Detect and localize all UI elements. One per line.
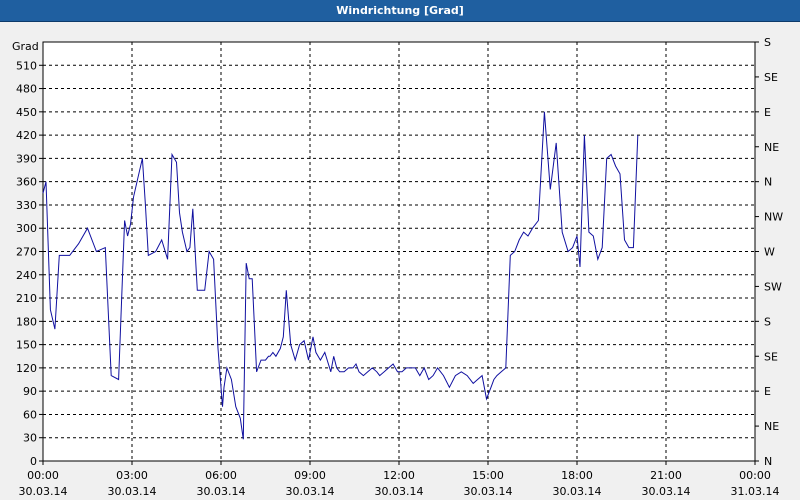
y-tick-label: 120 [16, 362, 37, 375]
y-tick-label: 90 [23, 385, 37, 398]
x-tick-time: 12:00 [383, 469, 415, 482]
right-tick-label: N [764, 176, 772, 189]
right-tick-label: NE [764, 141, 779, 154]
left-axis-ticks: 0 30 60 90 120 150 180 210 240 270 300 330 360 390 420… [16, 59, 43, 468]
x-axis-ticks: 00:00 30.03.14 03:00 30.03.14 06:00 30.03.14 0… [19, 461, 780, 498]
y-tick-label: 270 [16, 246, 37, 259]
right-tick-label: W [764, 246, 775, 259]
y-tick-label: 330 [16, 199, 37, 212]
right-tick-label: SE [764, 350, 778, 363]
y-tick-label: 0 [30, 455, 37, 468]
y-axis-label: Grad [12, 40, 39, 53]
x-tick-date: 31.03.14 [731, 485, 780, 498]
x-tick-date: 30.03.14 [197, 485, 246, 498]
y-tick-label: 180 [16, 315, 37, 328]
y-tick-label: 240 [16, 269, 37, 282]
x-tick-date: 30.03.14 [464, 485, 513, 498]
x-tick-time: 09:00 [294, 469, 326, 482]
x-tick-time: 06:00 [205, 469, 237, 482]
x-tick-time: 00:00 [27, 469, 59, 482]
right-tick-label: E [764, 106, 771, 119]
x-tick-date: 30.03.14 [19, 485, 68, 498]
y-tick-label: 210 [16, 292, 37, 305]
x-tick-date: 30.03.14 [286, 485, 335, 498]
y-tick-label: 390 [16, 152, 37, 165]
y-tick-label: 60 [23, 408, 37, 421]
right-tick-label: NW [764, 211, 783, 224]
right-tick-label: NE [764, 420, 779, 433]
x-tick-time: 15:00 [472, 469, 504, 482]
y-tick-label: 510 [16, 59, 37, 72]
x-tick-date: 30.03.14 [642, 485, 691, 498]
y-tick-label: 150 [16, 339, 37, 352]
y-tick-label: 360 [16, 176, 37, 189]
x-tick-time: 21:00 [650, 469, 682, 482]
right-tick-label: E [764, 385, 771, 398]
right-tick-label: N [764, 455, 772, 468]
chart: Grad 0 30 60 90 120 150 180 210 240 270 300 330 360 3… [12, 36, 783, 498]
x-tick-time: 03:00 [116, 469, 148, 482]
x-tick-date: 30.03.14 [108, 485, 157, 498]
right-tick-label: S [764, 36, 771, 49]
x-tick-date: 30.03.14 [375, 485, 424, 498]
x-tick-date: 30.03.14 [553, 485, 602, 498]
right-axis-ticks: S SE E NE N NW W SW S SE E NE N [755, 36, 783, 468]
right-tick-label: SW [764, 280, 782, 293]
right-tick-label: S [764, 315, 771, 328]
y-tick-label: 450 [16, 106, 37, 119]
x-tick-time: 18:00 [561, 469, 593, 482]
y-tick-label: 480 [16, 83, 37, 96]
right-tick-label: SE [764, 71, 778, 84]
y-tick-label: 300 [16, 222, 37, 235]
y-tick-label: 30 [23, 432, 37, 445]
x-tick-time: 00:00 [739, 469, 771, 482]
y-tick-label: 420 [16, 129, 37, 142]
